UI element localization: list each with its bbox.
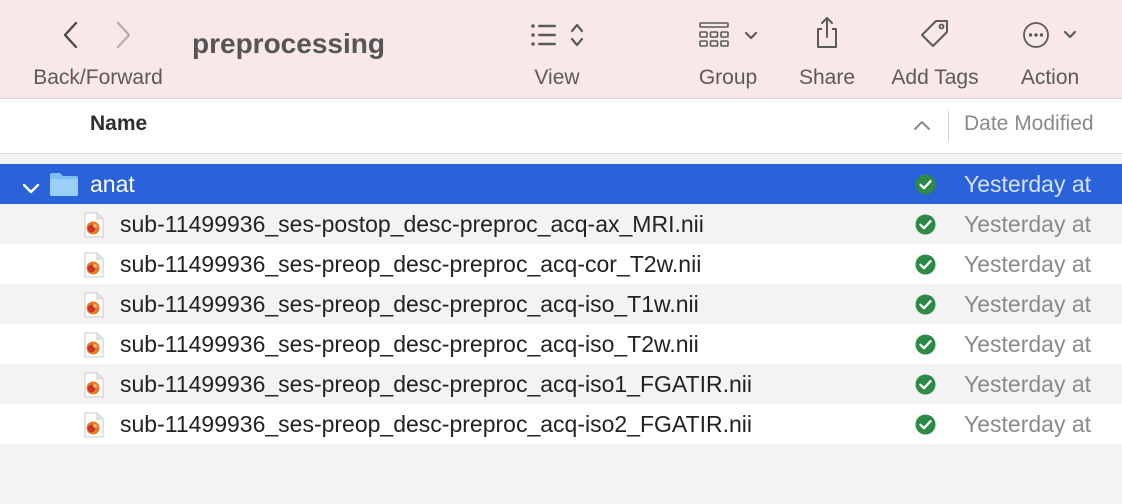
date-modified: Yesterday at [964, 291, 1092, 317]
synced-status-icon [915, 214, 936, 241]
file-name: sub-11499936_ses-preop_desc-preproc_acq-… [120, 251, 702, 277]
file-row[interactable]: sub-11499936_ses-preop_desc-preproc_acq-… [0, 324, 1122, 364]
action-label: Action [1020, 66, 1080, 89]
nii-file-icon [83, 332, 105, 364]
disclosure-chevron-icon[interactable] [22, 176, 40, 203]
file-name: sub-11499936_ses-preop_desc-preproc_acq-… [120, 371, 752, 397]
add-tags-label: Add Tags [891, 66, 979, 89]
file-list: anat Yesterday at sub-11499936_ses-posto… [0, 164, 1122, 444]
view-button[interactable]: View [516, 0, 598, 98]
action-button[interactable]: Action [1012, 0, 1088, 98]
window-title: preprocessing [192, 28, 385, 59]
synced-status-icon [915, 294, 936, 321]
nii-file-icon [83, 212, 105, 244]
synced-status-icon [915, 374, 936, 401]
column-header: Name Date Modified [0, 99, 1122, 154]
sort-ascending-icon[interactable] [912, 117, 932, 138]
action-ellipsis-icon [1022, 20, 1082, 54]
share-label: Share [798, 66, 856, 89]
nii-file-icon [83, 292, 105, 324]
nii-file-icon [83, 372, 105, 404]
file-row[interactable]: sub-11499936_ses-preop_desc-preproc_acq-… [0, 364, 1122, 404]
back-forward-control: Back/Forward [20, 0, 176, 98]
share-icon [814, 16, 840, 50]
group-button[interactable]: Group [688, 0, 768, 98]
synced-status-icon [915, 414, 936, 441]
folder-icon [49, 171, 79, 203]
group-icon [699, 20, 763, 54]
toolbar: Back/Forward preprocessing View Group Sh… [0, 0, 1122, 99]
folder-row-anat[interactable]: anat Yesterday at [0, 164, 1122, 204]
back-forward-label: Back/Forward [33, 66, 163, 89]
nii-file-icon [83, 412, 105, 444]
forward-icon[interactable] [112, 20, 134, 54]
file-name: sub-11499936_ses-preop_desc-preproc_acq-… [120, 411, 752, 437]
group-label: Group [698, 66, 758, 89]
list-view-icon [530, 20, 590, 54]
synced-status-icon [915, 334, 936, 361]
folder-name: anat [90, 171, 135, 197]
date-modified: Yesterday at [964, 331, 1092, 357]
date-modified: Yesterday at [964, 171, 1092, 197]
file-row[interactable]: sub-11499936_ses-preop_desc-preproc_acq-… [0, 244, 1122, 284]
synced-status-icon [915, 174, 936, 201]
add-tags-button[interactable]: Add Tags [882, 0, 988, 98]
date-modified: Yesterday at [964, 371, 1092, 397]
share-button[interactable]: Share [792, 0, 862, 98]
file-row[interactable]: sub-11499936_ses-preop_desc-preproc_acq-… [0, 284, 1122, 324]
nii-file-icon [83, 252, 105, 284]
file-name: sub-11499936_ses-preop_desc-preproc_acq-… [120, 291, 699, 317]
tag-icon [919, 18, 951, 52]
date-modified: Yesterday at [964, 211, 1092, 237]
date-modified: Yesterday at [964, 251, 1092, 277]
date-modified: Yesterday at [964, 411, 1092, 437]
file-name: sub-11499936_ses-preop_desc-preproc_acq-… [120, 331, 699, 357]
file-name: sub-11499936_ses-postop_desc-preproc_acq… [120, 211, 704, 237]
back-icon[interactable] [60, 20, 82, 54]
synced-status-icon [915, 254, 936, 281]
column-name-header[interactable]: Name [90, 112, 147, 136]
file-row[interactable]: sub-11499936_ses-preop_desc-preproc_acq-… [0, 404, 1122, 444]
column-date-modified-header[interactable]: Date Modified [964, 112, 1094, 136]
view-label: View [534, 66, 580, 89]
column-divider[interactable] [948, 111, 949, 141]
file-row[interactable]: sub-11499936_ses-postop_desc-preproc_acq… [0, 204, 1122, 244]
